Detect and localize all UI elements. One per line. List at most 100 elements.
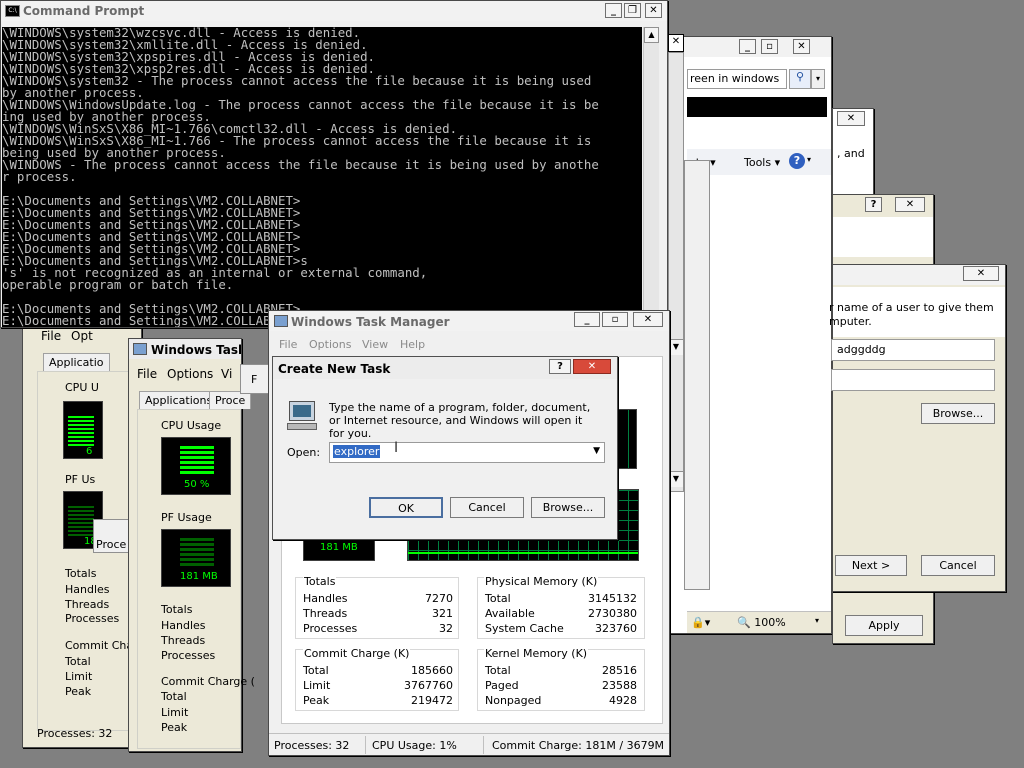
status-processes: Processes: 32	[37, 727, 113, 740]
maximize-button[interactable]: ▫	[602, 312, 628, 327]
cmd-icon: C:\	[5, 5, 20, 17]
command-prompt-window: Command Prompt C:\ _ ❐ ✕ \WINDOWS\system…	[0, 0, 668, 328]
help-dropdown-icon[interactable]: ▾	[807, 155, 811, 164]
browse-button[interactable]: Browse...	[531, 497, 605, 518]
zoom-level[interactable]: 🔍 100%	[737, 616, 786, 629]
system-cache-value: 323760	[595, 622, 637, 635]
kernel-paged-label: Paged	[485, 679, 519, 692]
run-dialog-icon	[287, 401, 317, 431]
totals-label: Totals	[161, 603, 193, 616]
browser-statusbar: 🔒▾ 🔍 100% ▾	[687, 611, 831, 633]
user-domain-field[interactable]	[831, 369, 995, 391]
cancel-button[interactable]: Cancel	[921, 555, 995, 576]
threads-value: 321	[432, 607, 453, 620]
browse-button[interactable]: Browse...	[921, 403, 995, 424]
create-new-task-dialog: Create New Task ? ✕ Type the name of a p…	[272, 356, 618, 540]
pf-usage-label: PF Us	[65, 473, 96, 486]
commit-limit-label: Limit	[303, 679, 331, 692]
menu-file[interactable]: File	[137, 367, 157, 381]
menu-options[interactable]: Options	[167, 367, 213, 381]
search-input[interactable]: reen in windows	[687, 69, 787, 89]
phys-total-label: Total	[485, 592, 511, 605]
search-options-button[interactable]: ▾	[811, 69, 825, 89]
scroll-down-button-2[interactable]: ▼	[669, 471, 683, 487]
commit-peak-value: 219472	[411, 694, 453, 707]
menu-view[interactable]: Vi	[221, 367, 232, 381]
cancel-button[interactable]: Cancel	[450, 497, 524, 518]
pf-usage-label: PF Usage	[161, 511, 212, 524]
close-button[interactable]: ✕	[573, 359, 611, 374]
user-prompt-text: r name of a user to give them	[829, 301, 994, 314]
cmd-output[interactable]: \WINDOWS\system32\wzcsvc.dll - Access is…	[2, 27, 642, 327]
totals-title: Totals	[303, 575, 337, 588]
minimize-button[interactable]: _	[574, 312, 600, 327]
kernel-memory-title: Kernel Memory (K)	[484, 647, 589, 660]
apply-button[interactable]: Apply	[845, 615, 923, 636]
close-button[interactable]: ✕	[668, 34, 684, 52]
minimize-button[interactable]: _	[605, 3, 622, 18]
kernel-nonpaged-label: Nonpaged	[485, 694, 542, 707]
close-button[interactable]: ✕	[645, 3, 662, 18]
tab-applications[interactable]: Applications	[139, 391, 219, 409]
task-manager-statusbar: Processes: 32 CPU Usage: 1% Commit Charg…	[269, 733, 669, 755]
commit-total-value: 185660	[411, 664, 453, 677]
processes-label: Processes	[65, 612, 120, 625]
help-button[interactable]: ?	[549, 359, 571, 374]
tools-menu[interactable]: Tools ▾	[744, 156, 780, 169]
kernel-paged-value: 23588	[602, 679, 637, 692]
cpu-usage-monitor: 6	[63, 401, 103, 459]
commit-total-label: Total	[161, 690, 187, 703]
menu-view[interactable]: View	[362, 338, 388, 351]
scroll-up-button[interactable]: ▲	[644, 27, 659, 43]
close-button[interactable]: ✕	[895, 197, 925, 212]
task-manager-middle: Windows Task M File Options Vi Applicati…	[128, 338, 255, 752]
run-description: Type the name of a program, folder, docu…	[329, 401, 591, 440]
open-label: Open:	[287, 446, 321, 459]
cmd-line: operable program or batch file.	[2, 277, 234, 292]
cpu-usage-label: CPU Usage	[161, 419, 222, 432]
security-zone-icon[interactable]: 🔒▾	[691, 616, 710, 629]
ok-button[interactable]: OK	[369, 497, 443, 518]
threads-label: Threads	[303, 607, 348, 620]
tab-applications[interactable]: Applicatio	[43, 353, 110, 371]
open-input-value[interactable]: explorer	[333, 445, 381, 458]
menu-help[interactable]: Help	[400, 338, 425, 351]
pf-usage-monitor: 181 MB	[161, 529, 231, 587]
menu-file[interactable]: File	[279, 338, 297, 351]
task-manager-back: File Opt Applicatio CPU U 6 PF Us 18 Tot…	[22, 318, 151, 748]
zoom-dropdown-icon[interactable]: ▾	[815, 616, 819, 625]
close-button[interactable]: ✕	[793, 39, 810, 54]
close-button[interactable]: ✕	[837, 111, 865, 126]
help-button[interactable]: ?	[865, 197, 882, 212]
kernel-nonpaged-value: 4928	[609, 694, 637, 707]
chevron-down-icon[interactable]: ▼	[593, 446, 600, 456]
close-button[interactable]: ✕	[963, 266, 999, 281]
commit-charge-title: Commit Charge (K)	[303, 647, 411, 660]
close-button[interactable]: ✕	[633, 312, 663, 327]
commit-peak-label: Peak	[65, 685, 92, 698]
user-name-field[interactable]: adggddg	[831, 339, 995, 361]
help-icon[interactable]: ?	[789, 153, 805, 169]
kernel-total-label: Total	[485, 664, 511, 677]
next-button[interactable]: Next >	[835, 555, 907, 576]
maximize-button[interactable]: ❐	[624, 3, 641, 18]
maximize-button[interactable]: ▫	[761, 39, 778, 54]
menu-options[interactable]: Opt	[71, 329, 93, 343]
processes-label: Processes	[161, 649, 216, 662]
dialog-header-area: r name of a user to give them mputer.	[829, 287, 1005, 337]
processes-value: 32	[439, 622, 453, 635]
text-fragment: , and	[837, 147, 865, 160]
handles-label: Handles	[161, 619, 206, 632]
scroll-down-button[interactable]: ▼	[669, 339, 683, 355]
menu-options[interactable]: Options	[309, 338, 351, 351]
cmd-scrollbar[interactable]: ▲	[643, 27, 659, 327]
hidden-window-scrollbar[interactable]: ▼ ▼	[668, 52, 684, 492]
cmd-line: r process.	[2, 169, 77, 184]
open-combobox[interactable]: explorer I ▼	[329, 440, 605, 463]
properties-body	[833, 217, 933, 257]
totals-label: Totals	[65, 567, 97, 580]
search-icon[interactable]: ⚲	[789, 69, 811, 89]
physical-memory-title: Physical Memory (K)	[484, 575, 599, 588]
minimize-button[interactable]: _	[739, 39, 756, 54]
menu-file[interactable]: File	[41, 329, 61, 343]
